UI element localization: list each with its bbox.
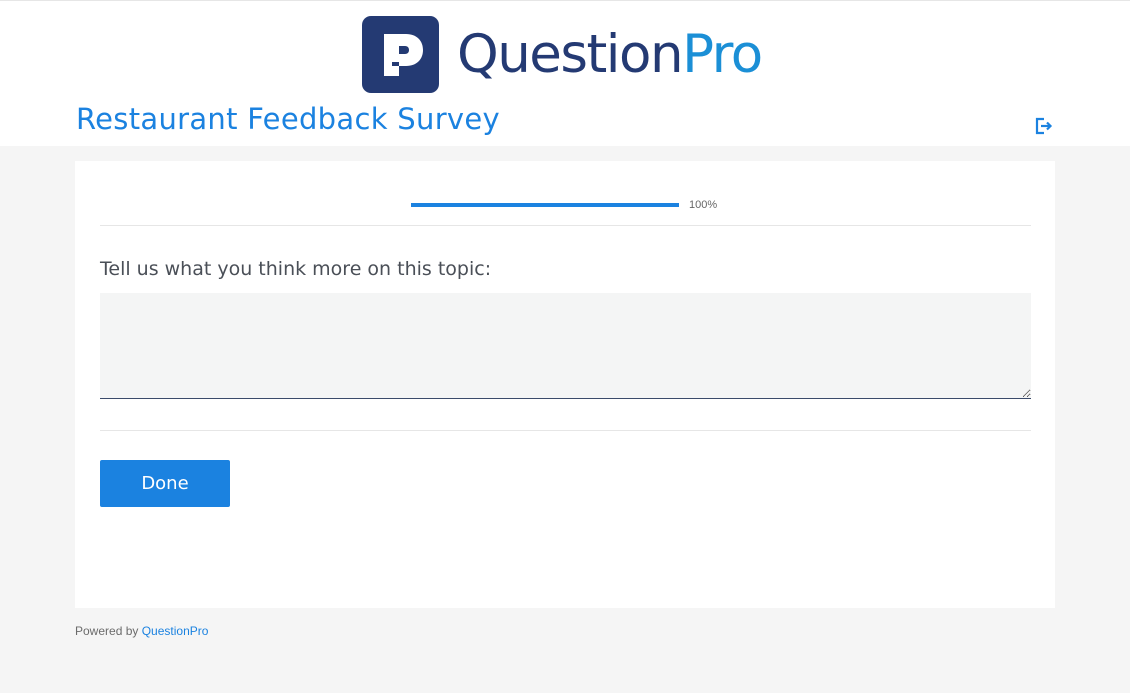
divider-top [100, 225, 1031, 226]
progress-bar [411, 203, 679, 207]
questionpro-logo-icon [362, 15, 439, 93]
question-text: Tell us what you think more on this topi… [100, 258, 492, 280]
logo-wordmark-question: Question [457, 23, 684, 85]
progress-indicator: 100% [411, 199, 717, 211]
questionpro-logo: QuestionPro [362, 15, 763, 93]
answer-textarea[interactable] [100, 293, 1031, 399]
exit-survey-button[interactable] [1034, 116, 1054, 136]
powered-by-label: Powered by [75, 624, 139, 638]
page-header: QuestionPro Restaurant Feedback Survey [0, 0, 1130, 146]
progress-bar-fill [411, 203, 679, 207]
exit-icon [1035, 117, 1053, 135]
divider-bottom [100, 430, 1031, 431]
done-button[interactable]: Done [100, 460, 230, 507]
logo-wordmark-pro: Pro [682, 23, 763, 85]
progress-label: 100% [689, 199, 718, 211]
questionpro-link[interactable]: QuestionPro [142, 624, 209, 638]
survey-title: Restaurant Feedback Survey [76, 102, 500, 136]
survey-card: 100% Tell us what you think more on this… [75, 161, 1055, 608]
logo-wordmark: QuestionPro [457, 16, 763, 93]
footer: Powered by QuestionPro [75, 624, 208, 638]
